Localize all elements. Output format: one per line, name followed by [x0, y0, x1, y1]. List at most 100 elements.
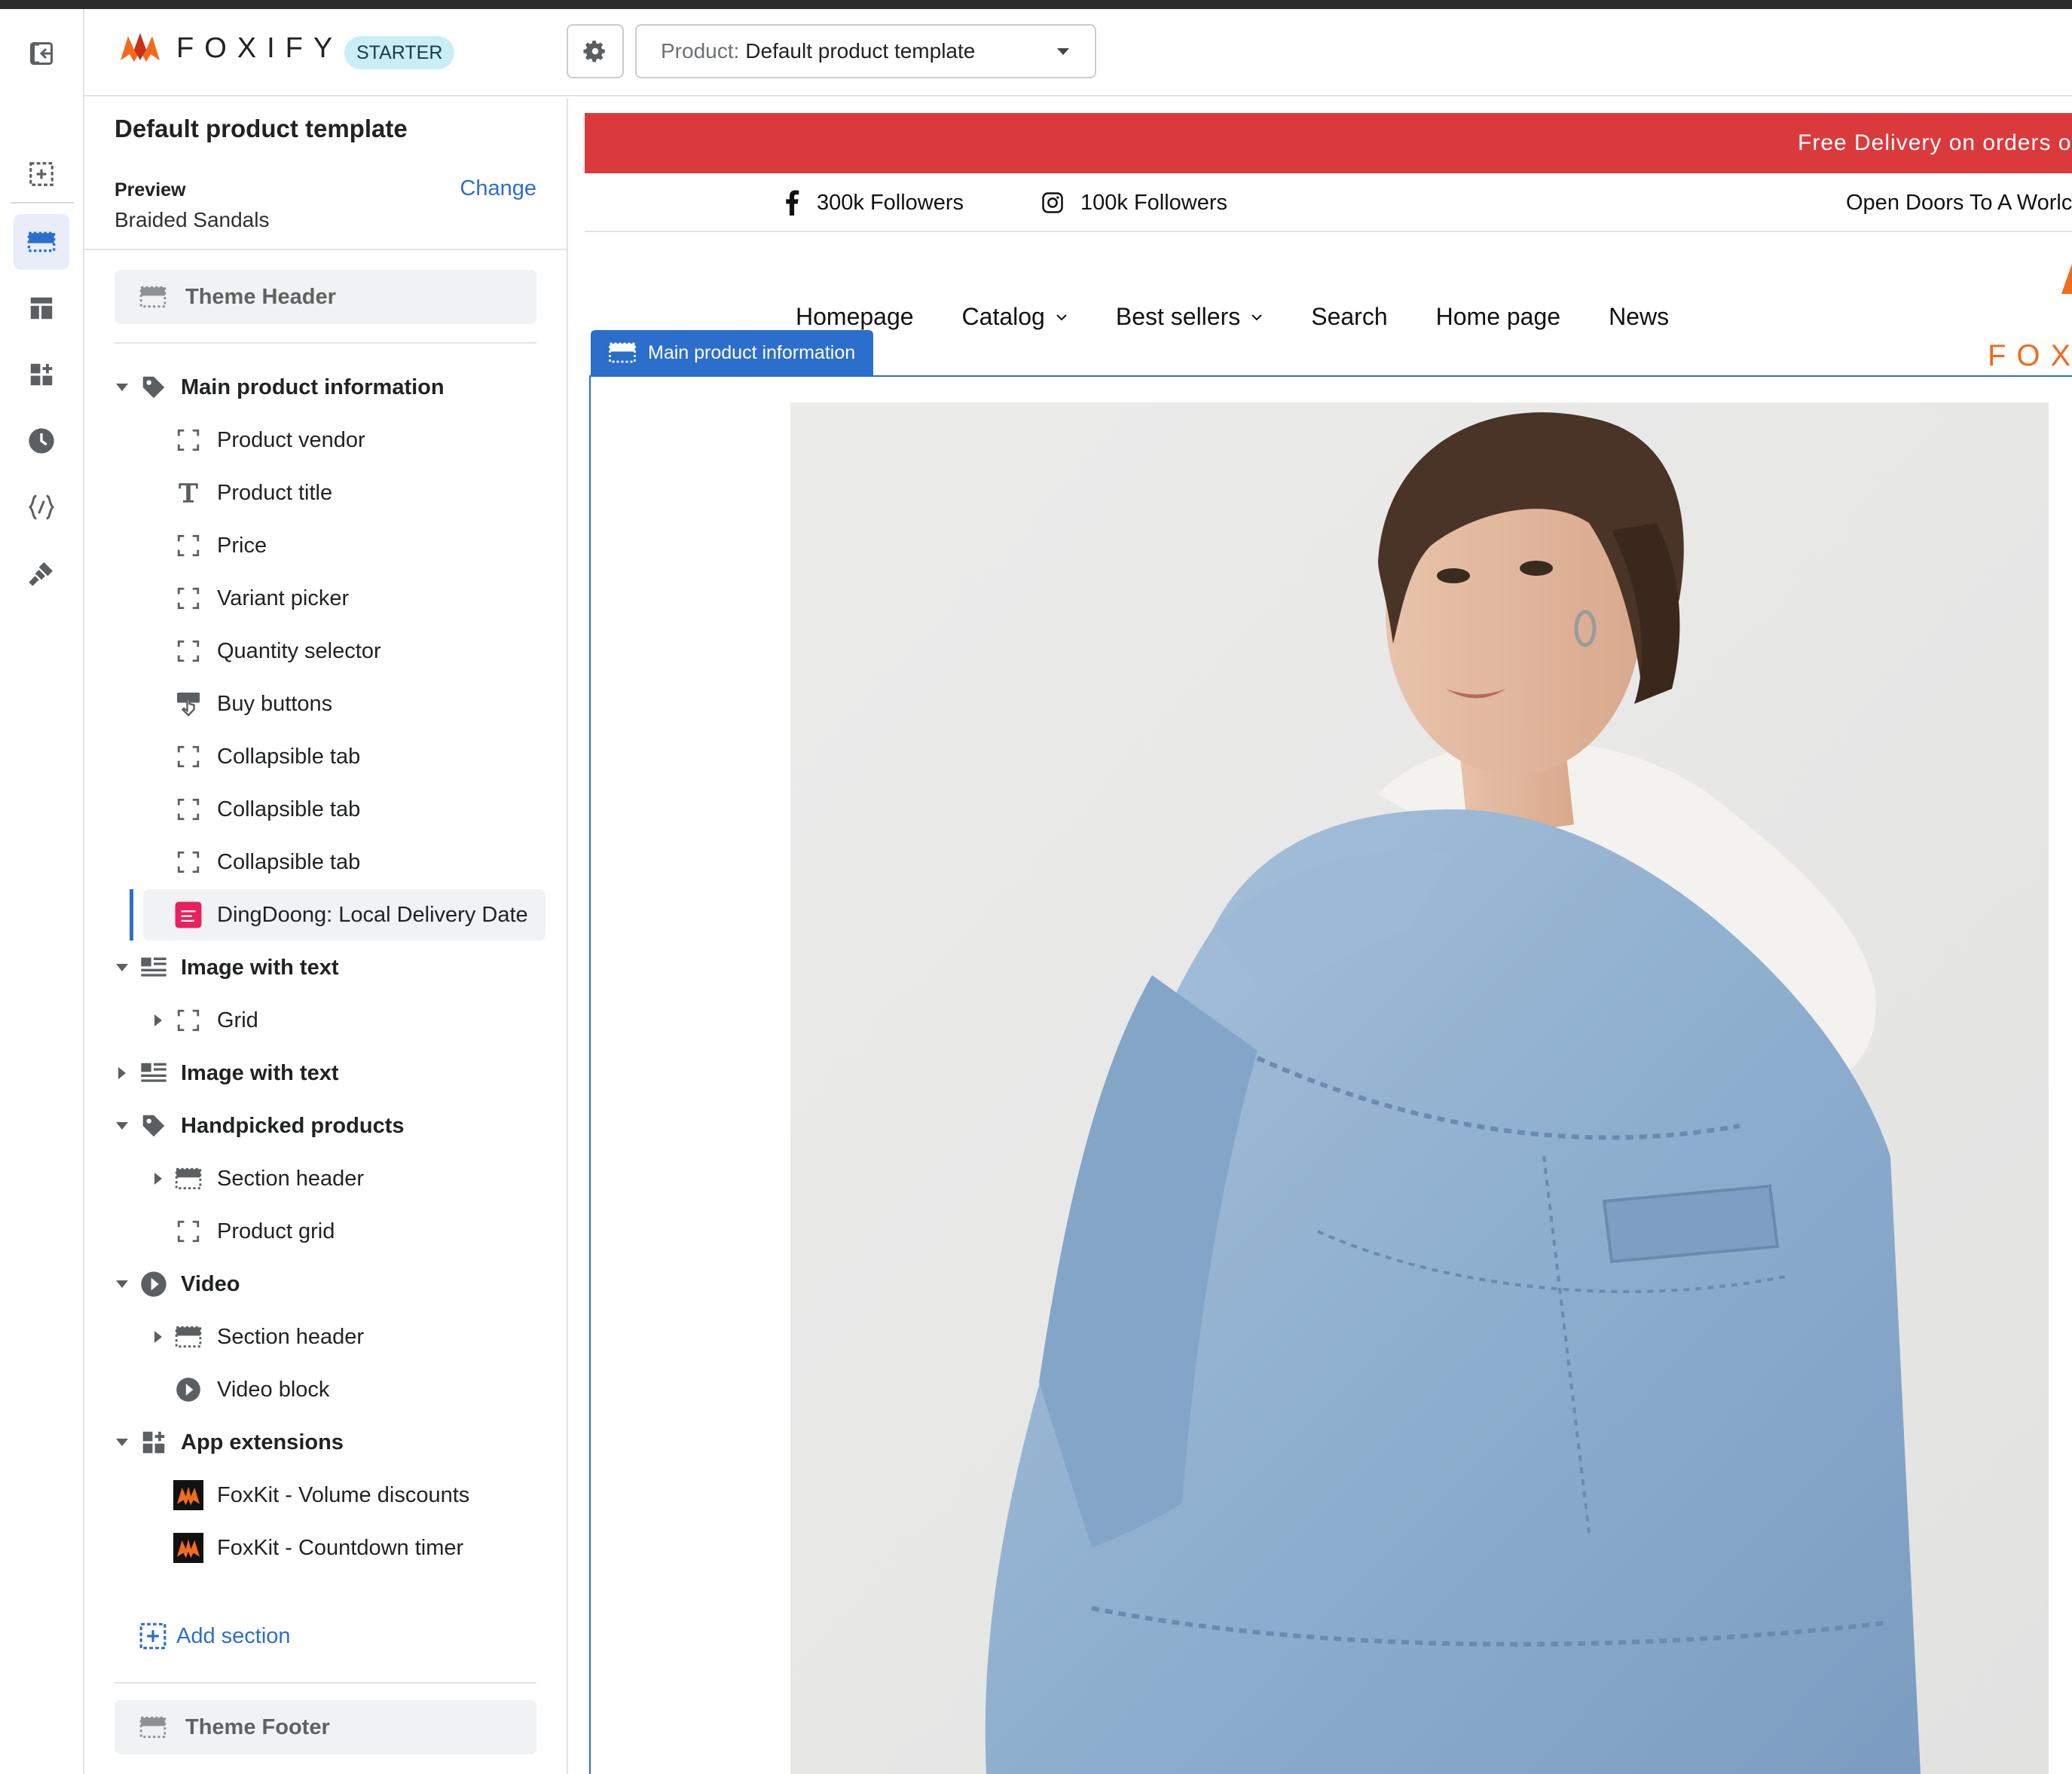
- chevron-down-icon[interactable]: [115, 1435, 130, 1450]
- add-section-button[interactable]: Add section: [139, 1622, 291, 1650]
- gear-icon: [583, 40, 605, 63]
- facebook-icon: [786, 190, 799, 216]
- instagram-icon: [1042, 192, 1063, 213]
- theme-footer-label: Theme Footer: [185, 1714, 330, 1739]
- nav-label: Best sellers: [1115, 303, 1241, 330]
- brand-name: FOXIFY: [176, 32, 344, 64]
- block-icon: [173, 742, 203, 772]
- tree-label: DingDoong: Local Delivery Date: [217, 902, 528, 927]
- theme-header-block[interactable]: Theme Header: [115, 270, 536, 324]
- tree-section[interactable]: Handpicked products: [84, 1100, 567, 1152]
- block-icon: [173, 583, 203, 613]
- divider: [115, 1682, 536, 1684]
- tree-section[interactable]: App extensions: [84, 1417, 567, 1468]
- facebook-followers: 300k Followers: [817, 190, 964, 215]
- tree-block[interactable]: FoxKit - Volume discounts: [84, 1470, 567, 1521]
- apps-icon[interactable]: [14, 347, 69, 402]
- section-footer-icon: [139, 1716, 167, 1739]
- tree-block[interactable]: FoxKit - Countdown timer: [84, 1522, 567, 1574]
- tree-section[interactable]: Image with text: [84, 942, 567, 993]
- layout-icon[interactable]: [14, 280, 69, 336]
- tree-label: Collapsible tab: [217, 744, 361, 769]
- tree-block[interactable]: Product vendor: [84, 414, 567, 466]
- preview-label: Preview: [115, 179, 186, 200]
- nav-homepage[interactable]: Homepage: [796, 303, 914, 331]
- top-bar: FOXIFY STARTER Product: Default product …: [84, 9, 2072, 96]
- nav-home-page[interactable]: Home page: [1436, 303, 1560, 331]
- tree-block[interactable]: Product title: [84, 467, 567, 518]
- brush-icon[interactable]: [14, 546, 69, 601]
- nav-catalog[interactable]: Catalog: [962, 303, 1068, 331]
- tree-block[interactable]: Grid: [84, 995, 567, 1046]
- tree-label: FoxKit - Volume discounts: [217, 1482, 470, 1507]
- tree-label: Image with text: [181, 955, 339, 980]
- tree-block-selected[interactable]: DingDoong: Local Delivery Date: [84, 889, 567, 941]
- tree-block[interactable]: Collapsible tab: [84, 731, 567, 782]
- facebook-link[interactable]: 300k Followers: [784, 173, 964, 232]
- tree-label: App extensions: [181, 1430, 344, 1454]
- foxify-logo[interactable]: FOXIFY: [119, 32, 343, 65]
- exit-icon[interactable]: [14, 26, 69, 81]
- template-select[interactable]: Product: Default product template: [635, 24, 1096, 78]
- chevron-right-icon[interactable]: [151, 1013, 166, 1028]
- tree-block[interactable]: Section header: [84, 1311, 567, 1363]
- block-icon: [173, 847, 203, 877]
- tree-block[interactable]: Price: [84, 520, 567, 571]
- chevron-right-icon[interactable]: [151, 1171, 166, 1186]
- theme-footer-block[interactable]: Theme Footer: [115, 1700, 536, 1754]
- tree-block[interactable]: Variant picker: [84, 573, 567, 624]
- tree-label: Handpicked products: [181, 1113, 405, 1138]
- text-icon: [173, 478, 203, 508]
- block-icon: [173, 1216, 203, 1246]
- storefront-preview[interactable]: Free Delivery on orders ove 300k Followe…: [585, 113, 2072, 1774]
- tree-label: Collapsible tab: [217, 797, 361, 821]
- main-nav: Homepage Catalog Best sellers Search Hom…: [796, 303, 1669, 331]
- change-preview-link[interactable]: Change: [460, 176, 536, 201]
- tree-block[interactable]: Video block: [84, 1364, 567, 1415]
- section-header-icon: [173, 1164, 203, 1194]
- instagram-link[interactable]: 100k Followers: [1041, 173, 1227, 232]
- history-icon[interactable]: [14, 413, 69, 469]
- play-icon: [139, 1269, 169, 1299]
- product-image[interactable]: [790, 402, 2049, 1774]
- tree-block[interactable]: Buy buttons: [84, 678, 567, 729]
- tree-block[interactable]: Collapsible tab: [84, 784, 567, 835]
- code-icon[interactable]: [14, 479, 69, 535]
- tree-block[interactable]: Section header: [84, 1153, 567, 1204]
- nav-news[interactable]: News: [1609, 303, 1669, 331]
- chevron-down-icon[interactable]: [115, 1277, 130, 1292]
- section-tag-label: Main product information: [648, 341, 856, 363]
- tree-label: Section header: [217, 1166, 365, 1191]
- tree-section[interactable]: Video: [84, 1259, 567, 1310]
- tree-block[interactable]: Product grid: [84, 1206, 567, 1257]
- tree-label: Image with text: [181, 1060, 339, 1085]
- tree-section[interactable]: Image with text: [84, 1048, 567, 1099]
- play-icon: [173, 1375, 203, 1405]
- section-header-icon: [173, 1322, 203, 1352]
- tree-label: Collapsible tab: [217, 849, 361, 874]
- nav-search[interactable]: Search: [1311, 303, 1387, 331]
- chevron-down-icon[interactable]: [115, 1118, 130, 1133]
- tree-label: Section header: [217, 1324, 365, 1349]
- tree-section[interactable]: Main product information: [84, 362, 567, 413]
- chevron-right-icon[interactable]: [115, 1066, 130, 1081]
- announcement-text: Free Delivery on orders ove: [1798, 130, 2072, 155]
- tree-block[interactable]: Collapsible tab: [84, 837, 567, 888]
- nav-best-sellers[interactable]: Best sellers: [1116, 303, 1263, 331]
- section-icon: [609, 342, 636, 363]
- nav-label: Catalog: [961, 303, 1045, 330]
- block-icon: [173, 1005, 203, 1035]
- chevron-down-icon[interactable]: [115, 380, 130, 395]
- add-section-icon[interactable]: [14, 146, 69, 202]
- tree-block[interactable]: Quantity selector: [84, 625, 567, 677]
- section-tag[interactable]: Main product information: [591, 330, 874, 375]
- tree-label: Product title: [217, 480, 333, 505]
- dingdoong-app-icon: [173, 900, 203, 930]
- store-logo-text[interactable]: FOX: [1988, 339, 2072, 373]
- sections-icon[interactable]: [14, 214, 69, 270]
- tagline: Open Doors To A Worlc: [1846, 190, 2072, 215]
- chevron-right-icon[interactable]: [151, 1329, 166, 1344]
- settings-button[interactable]: [567, 24, 624, 78]
- tag-icon: [139, 1111, 169, 1141]
- chevron-down-icon[interactable]: [115, 960, 130, 975]
